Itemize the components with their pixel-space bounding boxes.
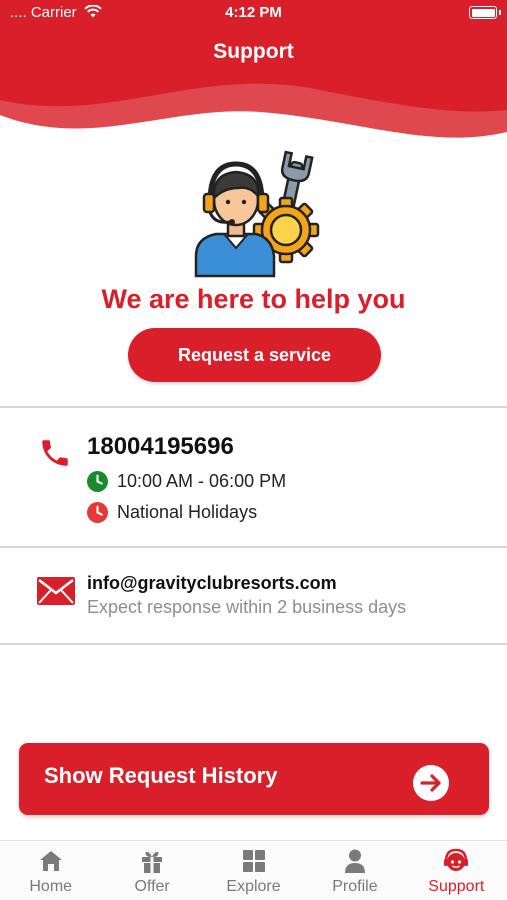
header-wave [0, 83, 507, 150]
holidays-row: National Holidays [87, 501, 257, 523]
status-time: 4:12 PM [225, 4, 282, 21]
tab-offer[interactable]: Offer [101, 841, 202, 900]
response-note: Expect response within 2 business days [87, 597, 407, 617]
support-email[interactable]: info@gravityclubresorts.com [87, 573, 337, 594]
phone-number[interactable]: 18004195696 [87, 433, 234, 461]
show-request-history-button[interactable]: Show Request History [19, 743, 489, 815]
holidays-text: National Holidays [117, 501, 258, 522]
home-icon [39, 851, 62, 871]
clock-icon [87, 470, 108, 492]
gift-icon [142, 851, 163, 873]
mail-icon[interactable] [37, 577, 75, 605]
support-agent-gear-icon [194, 150, 320, 278]
history-button-label: Show Request History [44, 763, 278, 788]
battery-tip [499, 10, 501, 15]
tab-profile[interactable]: Profile [304, 841, 405, 900]
tab-home[interactable]: Home [0, 841, 101, 900]
tab-explore[interactable]: Explore [203, 841, 304, 900]
header: .... Carrier 4:12 PM Support [0, 0, 507, 150]
grid-icon [242, 850, 265, 872]
support-hours-row: 10:00 AM - 06:00 PM [87, 470, 286, 492]
clock-icon [87, 501, 108, 523]
tab-label: Home [29, 878, 73, 895]
page-title: Support [213, 40, 294, 63]
tab-bar: Home Offer Explore Profile Support [0, 840, 507, 900]
tagline: We are here to help you [101, 284, 406, 314]
divider-middle [0, 546, 507, 548]
tab-label: Offer [134, 878, 170, 895]
divider-bottom [0, 643, 507, 645]
request-service-button[interactable]: Request a service [128, 328, 381, 382]
tab-label: Profile [332, 878, 378, 895]
tab-support[interactable]: Support [406, 841, 507, 900]
battery-icon [469, 6, 497, 19]
status-bar: .... Carrier 4:12 PM [0, 0, 507, 26]
person-icon [344, 849, 365, 873]
support-face-icon [444, 848, 469, 871]
phone-icon[interactable] [38, 436, 72, 470]
tab-label: Explore [226, 878, 281, 895]
divider-top [0, 406, 507, 408]
support-hours: 10:00 AM - 06:00 PM [117, 470, 287, 491]
tab-label: Support [428, 878, 485, 895]
arrow-right-circle-icon [413, 765, 449, 801]
